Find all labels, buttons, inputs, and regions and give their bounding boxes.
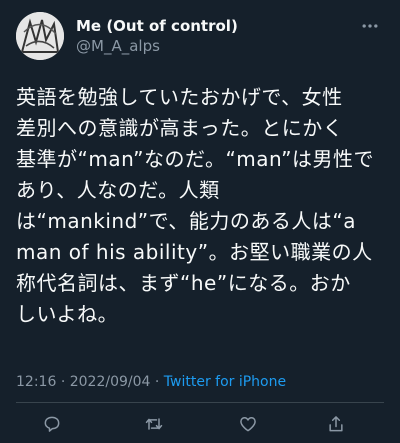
retweet-icon[interactable] <box>142 412 166 436</box>
tweet-text-line: しいよね。 <box>16 302 119 326</box>
divider <box>16 402 384 403</box>
user-handle[interactable]: @M_A_alps <box>76 36 238 56</box>
heart-icon[interactable] <box>236 412 260 436</box>
tweet-time[interactable]: 12:16 <box>16 374 56 390</box>
tweet-text: 英語を勉強していたおかげで、女性 差別への意識が高まった。とにかく 基準が“ma… <box>16 82 392 330</box>
tweet-text-line: 英語を勉強していたおかげで、女性 <box>16 85 343 109</box>
meta-separator: · <box>154 374 160 390</box>
tweet-text-line: 称代名詞は、まず“he”になる。おか <box>16 271 351 295</box>
author-names: Me (Out of control) @M_A_alps <box>76 16 238 56</box>
tweet-text-line: 差別への意識が高まった。とにかく <box>16 116 344 140</box>
tweet-text-line: あり、人なのだ。人類 <box>16 178 220 202</box>
action-bar <box>0 404 400 443</box>
tweet-meta: 12:16 · 2022/09/04 · Twitter for iPhone <box>16 374 286 390</box>
tweet-text-line: man of his ability”。お堅い職業の人 <box>16 240 373 264</box>
meta-separator: · <box>60 374 66 390</box>
tweet-text-line: 基準が“man”なのだ。“man”は男性で <box>16 147 374 171</box>
display-name[interactable]: Me (Out of control) <box>76 16 238 36</box>
more-dots-icon[interactable] <box>360 16 384 40</box>
avatar[interactable] <box>16 12 64 60</box>
tweet-text-line: は“mankind”で、能力のある人は“a <box>16 209 356 233</box>
tweet-header: Me (Out of control) @M_A_alps <box>16 12 384 60</box>
reply-icon[interactable] <box>40 412 64 436</box>
tweet-date[interactable]: 2022/09/04 <box>70 374 151 390</box>
share-icon[interactable] <box>324 412 348 436</box>
tweet-source-link[interactable]: Twitter for iPhone <box>164 374 286 390</box>
